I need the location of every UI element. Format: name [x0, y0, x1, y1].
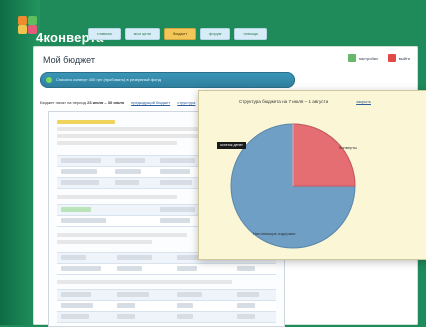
nav-tab-help[interactable]: помощь [234, 28, 268, 40]
notice-icon [46, 77, 52, 83]
table-cell [177, 266, 197, 271]
table-cell [117, 255, 152, 260]
previous-budget-link[interactable]: предыдущий бюджет [131, 100, 170, 105]
table-cell [115, 169, 141, 174]
table-cell [160, 180, 192, 185]
top-nav: главная мои цели бюджет форум помощь [88, 28, 268, 40]
table-cell [61, 158, 101, 163]
table-cell [61, 292, 91, 297]
panel-text-line-7 [57, 280, 232, 284]
panel-text-line-3 [57, 141, 177, 145]
pie-callout: остаток денег [217, 142, 246, 149]
pie-label-envelopes: Конверты [339, 145, 357, 150]
logo-envelope-orange [18, 16, 27, 25]
table-cell [61, 314, 89, 319]
table-cell [61, 255, 86, 260]
pie-area: остаток денег Конверты Нагоняющие издерж… [207, 113, 421, 251]
table-cell [117, 292, 149, 297]
table-cell [160, 207, 195, 212]
logout-icon [387, 54, 396, 62]
structure-link[interactable]: структура [177, 100, 195, 105]
nav-tab-budget[interactable]: бюджет [163, 28, 197, 40]
table-cell [61, 303, 93, 308]
table-row [57, 311, 276, 323]
table-cell [61, 218, 106, 223]
panel-text-line-5 [57, 233, 187, 237]
budget-period: Бюджет начат на период 23 июля – 30 июля… [40, 100, 195, 105]
logout-link[interactable]: выйти [387, 54, 410, 62]
table-cell [61, 180, 99, 185]
nav-tab-goals[interactable]: мои цели [124, 28, 160, 40]
table-cell [177, 303, 193, 308]
settings-link-label: настройки [358, 55, 378, 61]
pie-slice-red [292, 123, 356, 187]
notice-text: Списано конверт 400 грн (пробовать) в ре… [56, 77, 161, 82]
table-cell [237, 292, 259, 297]
table-cell [117, 266, 142, 271]
table-cell [61, 207, 91, 212]
pie-label-other: Нагоняющие издержки [253, 231, 296, 236]
table-cell [160, 158, 195, 163]
table-cell [61, 169, 97, 174]
table-cell [61, 266, 101, 271]
budget-structure-popup: Структура бюджета на 7 июля – 1 августа … [198, 90, 426, 260]
table-cell [237, 314, 255, 319]
notice-banner: Списано конверт 400 грн (пробовать) в ре… [40, 72, 295, 88]
panel-heading-line [57, 120, 115, 124]
table-cell [237, 266, 255, 271]
table-cell [160, 169, 190, 174]
panel-text-line-4 [57, 195, 177, 199]
panel-text-line-1 [57, 127, 217, 131]
nav-tab-forum[interactable]: форум [200, 28, 231, 40]
logo-envelope-green [28, 16, 37, 25]
table-cell [160, 218, 190, 223]
table-cell [115, 180, 139, 185]
table-cell [177, 292, 202, 297]
logout-link-label: выйти [398, 55, 410, 61]
table-cell [117, 314, 135, 319]
panel-text-line-2 [57, 134, 205, 138]
logo-envelope-yellow [18, 25, 27, 34]
table-cell [177, 314, 193, 319]
settings-link[interactable]: настройки [347, 54, 378, 62]
table-cell [237, 303, 255, 308]
table-cell [117, 303, 135, 308]
panel-text-line-6 [57, 240, 152, 244]
settings-icon [347, 54, 356, 62]
user-links: настройки выйти [347, 54, 410, 62]
table-row [57, 263, 276, 275]
period-range: 23 июля – 30 июля [87, 100, 124, 105]
popup-close-link[interactable]: закрыть [356, 99, 371, 104]
nav-tab-home[interactable]: главная [88, 28, 121, 40]
pie-chart [230, 123, 356, 249]
period-prefix: Бюджет начат на период [40, 100, 86, 105]
popup-title: Структура бюджета на 7 июля – 1 августа [239, 99, 329, 104]
page-title: Мой бюджет [43, 55, 95, 65]
table-cell [115, 158, 145, 163]
